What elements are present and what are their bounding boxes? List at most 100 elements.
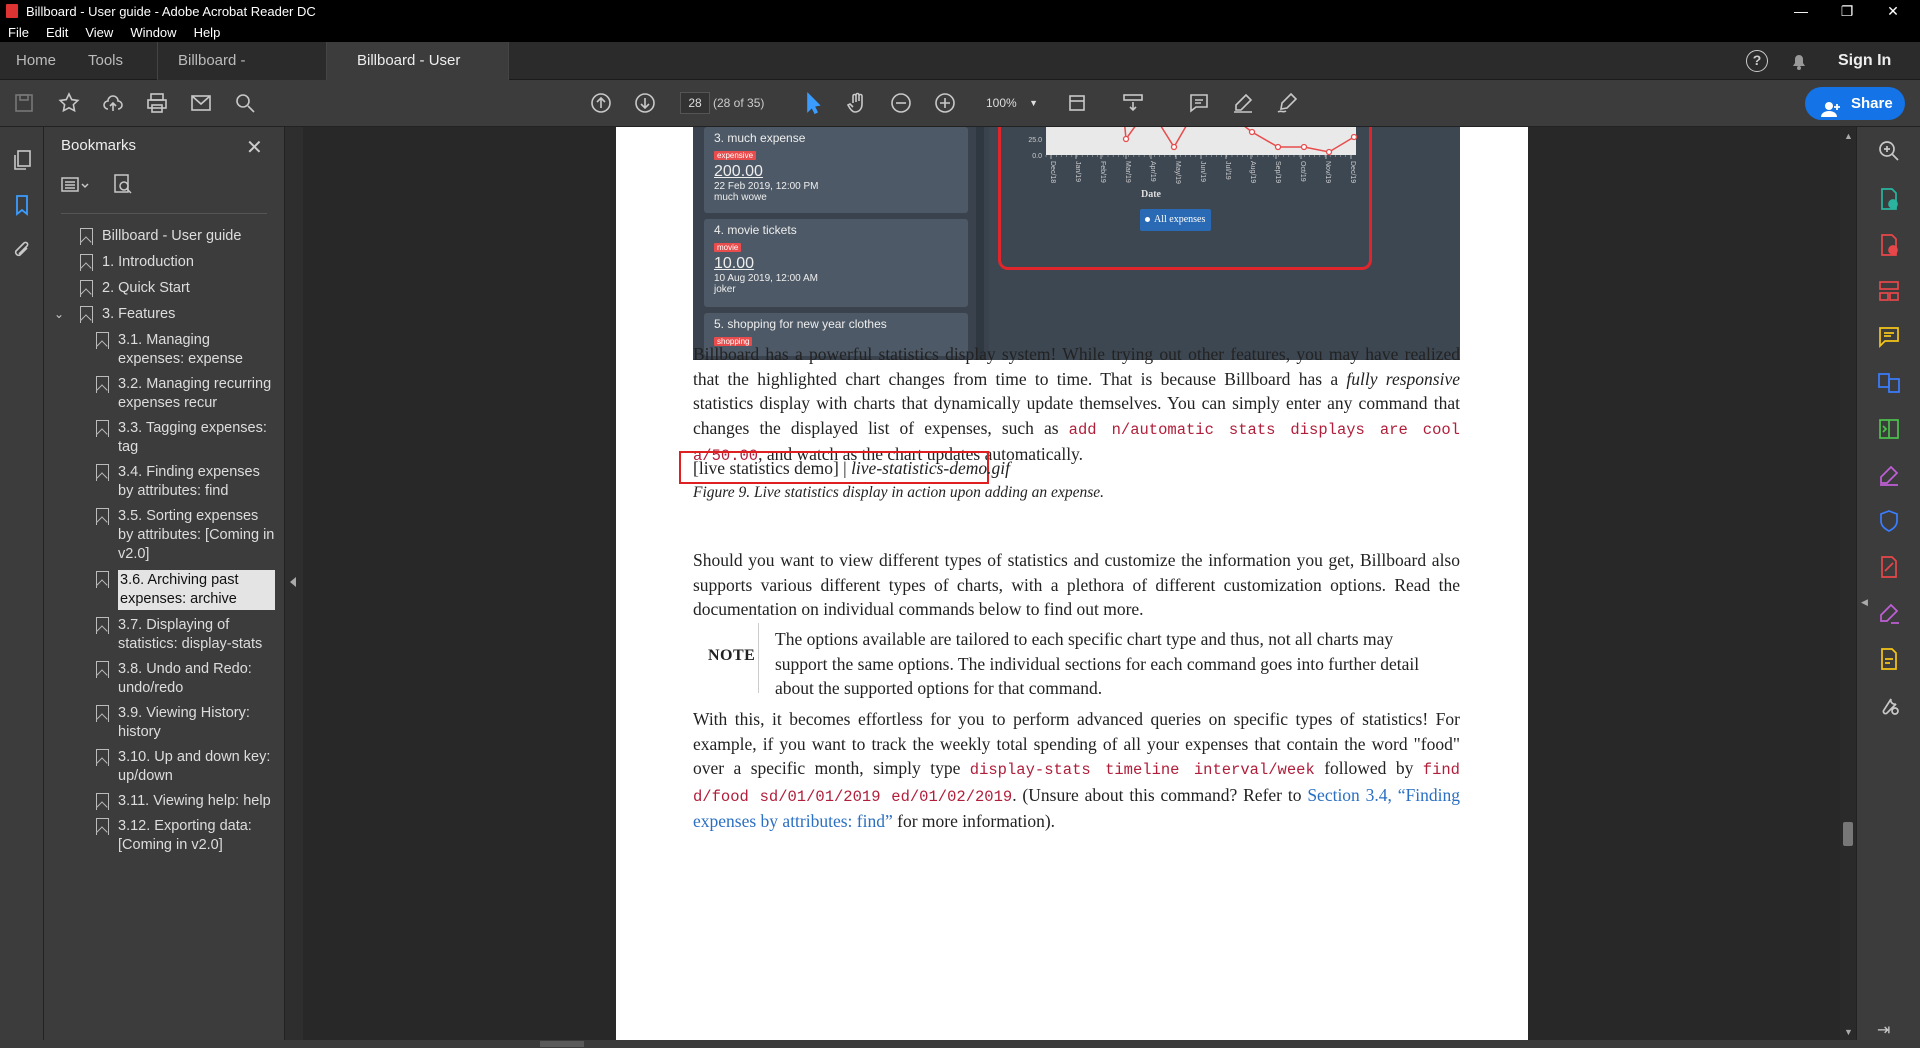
create-pdf-icon[interactable] xyxy=(1877,233,1901,257)
minimize-button[interactable]: — xyxy=(1778,0,1824,22)
tab-tools[interactable]: Tools xyxy=(88,42,123,80)
page-thumbnails-icon[interactable] xyxy=(11,149,33,176)
panel-splitter[interactable] xyxy=(285,127,303,1048)
bookmark-icon xyxy=(79,253,93,271)
scroll-mode-icon[interactable] xyxy=(1120,90,1146,116)
sign-in-link[interactable]: Sign In xyxy=(1838,42,1891,80)
chevron-down-icon[interactable]: ⌄ xyxy=(54,305,64,324)
bookmark-label: 3.12. Exporting data: [Coming in v2.0] xyxy=(118,818,252,853)
tab-document-2[interactable]: Billboard - User gui... × xyxy=(327,42,509,107)
bookmarks-panel-icon[interactable] xyxy=(11,194,33,221)
horizontal-scrollbar[interactable] xyxy=(0,1040,1920,1048)
close-panel-icon[interactable]: ✕ xyxy=(246,135,263,160)
bookmark-item[interactable]: 3.11. Viewing help: help xyxy=(95,792,275,811)
add-person-icon xyxy=(1821,96,1841,117)
horizontal-scrollbar-thumb[interactable] xyxy=(540,1041,584,1047)
bookmark-item[interactable]: 3.12. Exporting data: [Coming in v2.0] xyxy=(95,817,275,855)
menu-window[interactable]: Window xyxy=(130,25,176,40)
vertical-scrollbar[interactable]: ▲ ▼ xyxy=(1840,127,1856,1044)
organize-pages-icon[interactable] xyxy=(1877,279,1901,303)
help-icon[interactable]: ? xyxy=(1746,50,1768,72)
zoom-out-icon[interactable] xyxy=(888,90,914,116)
scroll-down-icon[interactable]: ▼ xyxy=(1844,1027,1853,1037)
scroll-up-icon[interactable]: ▲ xyxy=(1844,131,1853,141)
menu-edit[interactable]: Edit xyxy=(46,25,68,40)
acrobat-app-icon xyxy=(6,4,18,18)
send-for-review-icon[interactable] xyxy=(1877,647,1901,671)
zoom-level-select[interactable]: 100% ▼ xyxy=(980,92,1040,114)
share-button[interactable]: Share xyxy=(1805,87,1905,120)
more-tools-icon[interactable] xyxy=(1877,693,1901,717)
right-tools-rail: ◀ ⇥ xyxy=(1856,127,1920,1048)
fit-page-icon[interactable] xyxy=(1064,90,1090,116)
menu-help[interactable]: Help xyxy=(194,25,221,40)
scrollbar-thumb[interactable] xyxy=(1843,822,1853,846)
edit-pdf-icon[interactable] xyxy=(1877,555,1901,579)
x-tick-label: Dec/19 xyxy=(1349,161,1356,183)
bookmark-label: 3.6. Archiving past expenses: archive xyxy=(118,570,275,610)
collapse-panel-icon[interactable] xyxy=(290,577,296,587)
bookmark-list: Billboard - User guide 1. Introduction 2… xyxy=(44,227,285,861)
bookmark-item[interactable]: ⌄ 3. Features xyxy=(54,305,285,324)
tab-home[interactable]: Home xyxy=(16,42,56,80)
previous-page-icon[interactable] xyxy=(588,90,614,116)
request-signature-icon[interactable] xyxy=(1877,601,1901,625)
highlight-pen-icon[interactable] xyxy=(1230,90,1256,116)
menu-file[interactable]: File xyxy=(8,25,29,40)
print-icon[interactable] xyxy=(144,90,170,116)
combine-files-icon[interactable] xyxy=(1877,371,1901,395)
bookmark-item[interactable]: Billboard - User guide xyxy=(79,227,285,246)
compare-files-icon[interactable] xyxy=(1877,417,1901,441)
search-icon[interactable] xyxy=(232,90,258,116)
select-cursor-icon[interactable] xyxy=(800,90,826,116)
notification-bell-icon[interactable] xyxy=(1789,51,1809,76)
bookmark-label: 3.2. Managing recurring expenses recur xyxy=(118,376,272,411)
bookmark-item[interactable]: 3.2. Managing recurring expenses recur xyxy=(95,375,275,413)
bookmark-star-icon[interactable] xyxy=(56,90,82,116)
bookmark-item[interactable]: 3.3. Tagging expenses: tag xyxy=(95,419,275,457)
collapse-rail-icon[interactable]: ⇥ xyxy=(1877,1020,1890,1040)
bookmark-item[interactable]: 3.7. Displaying of statistics: display-s… xyxy=(95,616,275,654)
bookmark-icon xyxy=(95,463,109,481)
bookmark-item[interactable]: 2. Quick Start xyxy=(79,279,285,298)
page-number-input[interactable]: 28 xyxy=(680,92,710,114)
bookmark-icon xyxy=(95,570,109,588)
bookmark-item[interactable]: 3.5. Sorting expenses by attributes: [Co… xyxy=(95,507,275,564)
data-point xyxy=(1274,143,1282,151)
save-icon[interactable] xyxy=(11,90,37,116)
page-count-label: (28 of 35) xyxy=(713,96,765,110)
tab-document-1[interactable]: Billboard - Develop... xyxy=(157,42,327,107)
export-pdf-icon[interactable] xyxy=(1877,187,1901,211)
search-tools-icon[interactable] xyxy=(1877,139,1901,163)
collapse-tools-icon[interactable]: ◀ xyxy=(1861,597,1868,608)
comment-icon[interactable] xyxy=(1186,90,1212,116)
new-bookmark-icon[interactable] xyxy=(112,173,134,200)
menu-view[interactable]: View xyxy=(85,25,113,40)
zoom-in-icon[interactable] xyxy=(932,90,958,116)
protect-shield-icon[interactable] xyxy=(1877,509,1901,533)
bookmark-icon xyxy=(95,748,109,766)
bookmark-item[interactable]: 1. Introduction xyxy=(79,253,285,272)
text-run: for more information). xyxy=(892,811,1056,831)
expense-line-chart: 25.0 0.0 Dec/18 Jan/19 Feb/19 Mar/19 Apr/19 May… xyxy=(1028,127,1358,184)
fill-and-sign-icon[interactable] xyxy=(1877,463,1901,487)
maximize-button[interactable]: ❐ xyxy=(1824,0,1870,22)
bookmark-item[interactable]: 3.1. Managing expenses: expense xyxy=(95,331,275,369)
expense-tag: expensive xyxy=(714,151,757,160)
bookmark-item[interactable]: 3.8. Undo and Redo: undo/redo xyxy=(95,660,275,698)
close-window-button[interactable]: ✕ xyxy=(1870,0,1916,22)
expense-date: 10 Aug 2019, 12:00 AM xyxy=(714,273,818,284)
email-icon[interactable] xyxy=(188,90,214,116)
bookmark-options-icon[interactable] xyxy=(61,176,91,194)
cloud-upload-icon[interactable] xyxy=(100,90,126,116)
bookmark-item[interactable]: 3.9. Viewing History: history xyxy=(95,704,275,742)
attachments-icon[interactable] xyxy=(11,239,33,266)
bookmark-item-selected[interactable]: 3.6. Archiving past expenses: archive xyxy=(95,570,275,610)
document-viewer[interactable]: 3. much expense expensive 200.00 22 Feb … xyxy=(303,127,1840,1048)
hand-tool-icon[interactable] xyxy=(844,90,870,116)
comment-tool-icon[interactable] xyxy=(1877,325,1901,349)
bookmark-item[interactable]: 3.4. Finding expenses by attributes: fin… xyxy=(95,463,275,501)
next-page-icon[interactable] xyxy=(632,90,658,116)
fill-sign-icon[interactable] xyxy=(1274,90,1300,116)
bookmark-item[interactable]: 3.10. Up and down key: up/down xyxy=(95,748,275,786)
